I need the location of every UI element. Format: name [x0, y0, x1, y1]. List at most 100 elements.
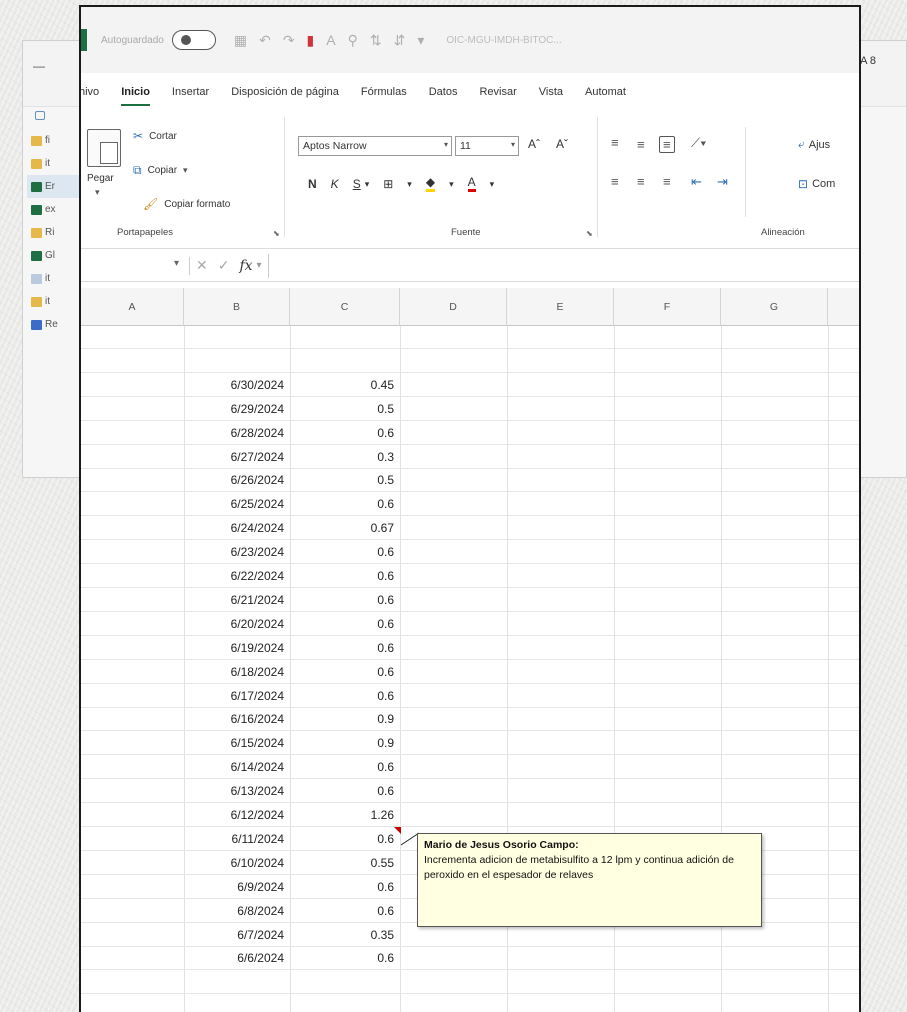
- increase-indent-icon[interactable]: ⇥: [717, 174, 728, 190]
- date-cell[interactable]: 6/22/2024: [184, 565, 290, 588]
- date-cell[interactable]: 6/9/2024: [184, 876, 290, 899]
- align-middle-icon[interactable]: ≡: [637, 137, 645, 152]
- value-cell[interactable]: 0.6: [290, 422, 400, 445]
- value-cell[interactable]: 0.6: [290, 661, 400, 684]
- date-cell[interactable]: 6/20/2024: [184, 613, 290, 636]
- wrap-text-button[interactable]: ⤶ Ajus: [798, 137, 830, 152]
- autosave-toggle[interactable]: [171, 30, 216, 50]
- tab-automat[interactable]: Automat: [585, 81, 626, 109]
- date-cell[interactable]: 6/19/2024: [184, 637, 290, 660]
- date-cell[interactable]: 6/28/2024: [184, 422, 290, 445]
- value-cell[interactable]: 0.6: [290, 637, 400, 660]
- nav-item[interactable]: fi: [27, 129, 79, 152]
- font-name-select[interactable]: Aptos Narrow ▾: [298, 136, 452, 156]
- align-center-icon[interactable]: ≡: [637, 174, 645, 189]
- dialog-launcher-icon[interactable]: ⬊: [273, 229, 280, 238]
- tab-vista[interactable]: Vista: [539, 81, 563, 109]
- value-cell[interactable]: 0.6: [290, 876, 400, 899]
- date-cell[interactable]: [184, 995, 290, 1012]
- align-right-icon[interactable]: ≡: [663, 174, 671, 189]
- orientation-icon[interactable]: ⟋▾: [691, 135, 706, 151]
- customize-icon[interactable]: ▾: [417, 32, 424, 49]
- chevron-down-icon[interactable]: ▾: [407, 179, 412, 190]
- value-cell[interactable]: [290, 995, 400, 1012]
- align-top-icon[interactable]: ≡: [611, 135, 619, 150]
- nav-item[interactable]: Er: [27, 175, 79, 198]
- pdf-icon[interactable]: ▮: [307, 32, 315, 49]
- column-header-f[interactable]: F: [614, 288, 721, 326]
- column-header-e[interactable]: E: [507, 288, 614, 326]
- column-header-c[interactable]: C: [290, 288, 400, 326]
- date-cell[interactable]: 6/15/2024: [184, 732, 290, 755]
- nav-item[interactable]: Re: [27, 313, 79, 336]
- paste-icon[interactable]: [87, 129, 121, 167]
- explorer-home-icon[interactable]: [35, 111, 45, 120]
- increase-font-button[interactable]: Aˆ: [528, 137, 540, 151]
- tab-hivo[interactable]: hivo: [81, 81, 99, 109]
- date-cell[interactable]: 6/12/2024: [184, 804, 290, 827]
- date-cell[interactable]: 6/27/2024: [184, 446, 290, 469]
- value-cell[interactable]: 0.6: [290, 541, 400, 564]
- nav-item[interactable]: ex: [27, 198, 79, 221]
- tab-revisar[interactable]: Revisar: [479, 81, 516, 109]
- chevron-down-icon[interactable]: ▾: [257, 260, 262, 271]
- value-cell[interactable]: 0.6: [290, 685, 400, 708]
- date-cell[interactable]: 6/18/2024: [184, 661, 290, 684]
- italic-button[interactable]: K: [331, 177, 339, 191]
- decrease-indent-icon[interactable]: ⇤: [691, 174, 702, 190]
- value-cell[interactable]: [290, 971, 400, 994]
- save-icon[interactable]: ▦: [234, 32, 247, 49]
- date-cell[interactable]: 6/11/2024: [184, 828, 290, 851]
- column-header-d[interactable]: D: [400, 288, 507, 326]
- value-cell[interactable]: 0.5: [290, 398, 400, 421]
- value-cell[interactable]: 0.45: [290, 374, 400, 397]
- column-header-b[interactable]: B: [184, 288, 290, 326]
- value-cell[interactable]: 0.6: [290, 900, 400, 923]
- value-cell[interactable]: 0.6: [290, 493, 400, 516]
- underline-button[interactable]: S: [353, 177, 361, 191]
- minimize-button[interactable]: —: [33, 59, 45, 73]
- tab-disposici-n-de-p-gina[interactable]: Disposición de página: [231, 81, 339, 109]
- date-cell[interactable]: 6/6/2024: [184, 947, 290, 970]
- tab-insertar[interactable]: Insertar: [172, 81, 209, 109]
- value-cell[interactable]: 0.35: [290, 924, 400, 947]
- value-cell[interactable]: 0.67: [290, 517, 400, 540]
- name-box[interactable]: ▾: [81, 255, 183, 277]
- value-cell[interactable]: 0.9: [290, 708, 400, 731]
- value-cell[interactable]: [290, 326, 400, 349]
- value-cell[interactable]: 0.6: [290, 828, 400, 851]
- sort-desc-icon[interactable]: ⇵: [394, 32, 406, 49]
- chevron-down-icon[interactable]: ▾: [95, 187, 100, 198]
- value-cell[interactable]: 0.6: [290, 756, 400, 779]
- bold-button[interactable]: N: [308, 177, 317, 191]
- value-cell[interactable]: [290, 350, 400, 373]
- date-cell[interactable]: 6/8/2024: [184, 900, 290, 923]
- value-cell[interactable]: 0.5: [290, 469, 400, 492]
- nav-item[interactable]: it: [27, 152, 79, 175]
- sort-asc-icon[interactable]: ⇅: [370, 32, 382, 49]
- dialog-launcher-icon[interactable]: ⬊: [586, 229, 593, 238]
- borders-icon[interactable]: ⊞: [383, 177, 393, 191]
- value-cell[interactable]: 0.6: [290, 613, 400, 636]
- format-painter-button[interactable]: 🖌 Copiar formato: [143, 197, 230, 211]
- date-cell[interactable]: 6/16/2024: [184, 708, 290, 731]
- align-left-icon[interactable]: ≡: [611, 174, 619, 189]
- fill-color-icon[interactable]: ◆: [425, 176, 436, 192]
- paste-button-label[interactable]: Pegar: [87, 173, 114, 184]
- nav-item[interactable]: it: [27, 267, 79, 290]
- tab-f-rmulas[interactable]: Fórmulas: [361, 81, 407, 109]
- nav-item[interactable]: Gl: [27, 244, 79, 267]
- date-cell[interactable]: [184, 326, 290, 349]
- formula-input[interactable]: [267, 253, 859, 278]
- nav-item[interactable]: it: [27, 290, 79, 313]
- date-cell[interactable]: 6/17/2024: [184, 685, 290, 708]
- date-cell[interactable]: 6/30/2024: [184, 374, 290, 397]
- value-cell[interactable]: 0.9: [290, 732, 400, 755]
- date-cell[interactable]: 6/24/2024: [184, 517, 290, 540]
- date-cell[interactable]: 6/10/2024: [184, 852, 290, 875]
- value-cell[interactable]: 0.6: [290, 780, 400, 803]
- align-bottom-icon[interactable]: ≡: [659, 136, 675, 153]
- column-header-g[interactable]: G: [721, 288, 828, 326]
- date-cell[interactable]: 6/23/2024: [184, 541, 290, 564]
- value-cell[interactable]: 0.6: [290, 947, 400, 970]
